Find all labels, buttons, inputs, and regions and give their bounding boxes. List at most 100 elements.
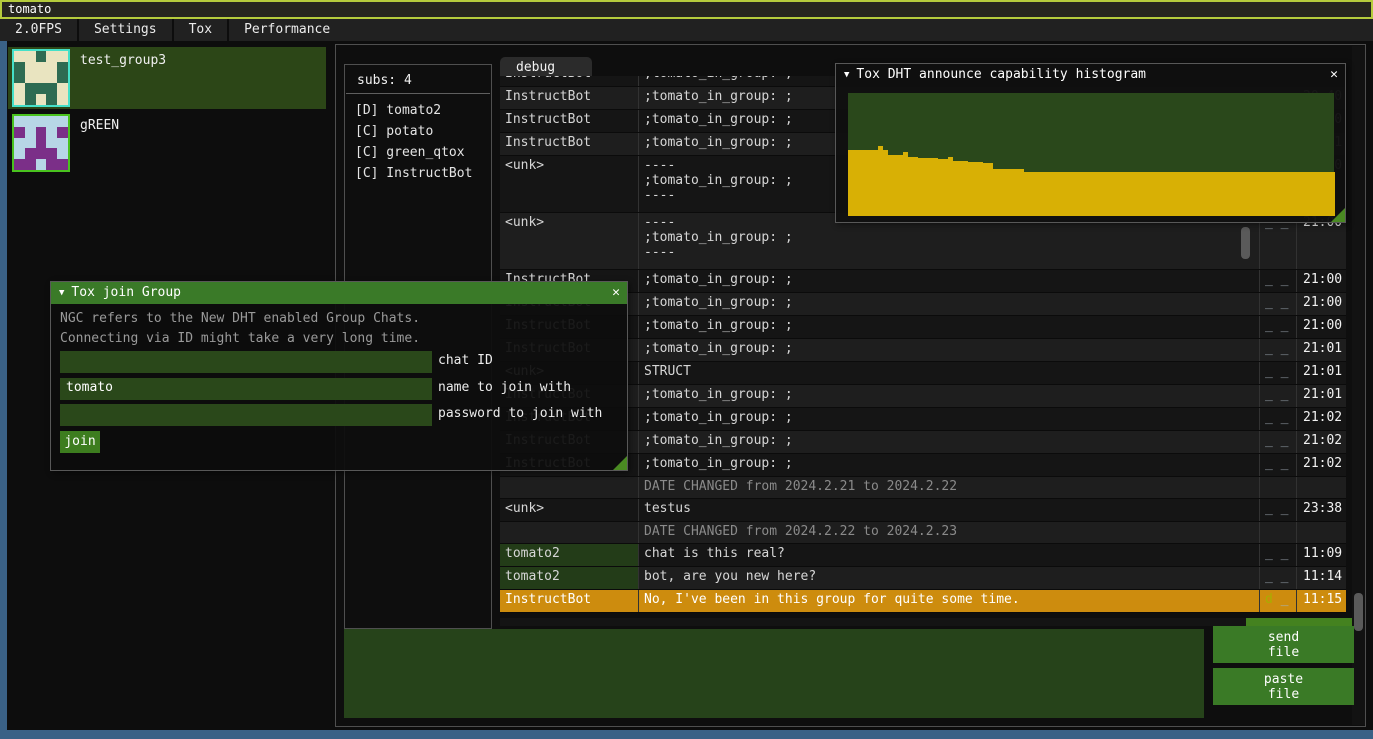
message-row[interactable]: <unk>testus_ _23:38 <box>500 499 1346 522</box>
message-timestamp: 21:01 <box>1296 385 1346 407</box>
os-titlebar[interactable]: tomato <box>0 0 1373 19</box>
delivery-mark-icon: _ <box>1281 546 1289 561</box>
menu-item-settings[interactable]: Settings <box>79 19 172 41</box>
delivery-marks: _ _ <box>1259 544 1296 566</box>
window-border-right <box>0 41 7 730</box>
avatar-pixel <box>36 127 47 138</box>
member-item[interactable]: [C] green_qtox <box>345 142 491 163</box>
paste-file-button[interactable]: paste file <box>1213 668 1354 705</box>
date-separator-row[interactable]: DATE CHANGED from 2024.2.21 to 2024.2.22 <box>500 477 1346 499</box>
message-timestamp: 21:02 <box>1296 408 1346 430</box>
delivery-mark-icon: _ <box>1265 364 1273 379</box>
join-name-input[interactable]: tomato <box>60 378 432 400</box>
message-row[interactable]: tomato2chat is this real?_ _11:09 <box>500 544 1346 567</box>
histogram-titlebar[interactable]: ▼Tox DHT announce capability histogram✕ <box>836 64 1345 86</box>
member-item[interactable]: [C] InstructBot <box>345 163 491 184</box>
close-icon[interactable]: ✕ <box>1330 64 1338 86</box>
group-item-test_group3[interactable]: test_group3 <box>8 47 326 109</box>
message-timestamp: 21:00 <box>1296 316 1346 338</box>
member-item[interactable]: [C] potato <box>345 121 491 142</box>
avatar-pixel <box>25 94 36 105</box>
window-border-bottom <box>0 730 1373 739</box>
join-password-label: password to join with <box>438 404 602 421</box>
delivery-mark-icon: d <box>1265 592 1273 607</box>
message-timestamp: 21:02 <box>1296 454 1346 476</box>
avatar-pixel <box>36 148 47 159</box>
resize-grip-icon[interactable] <box>613 456 627 470</box>
send-file-label-line1: send <box>1268 630 1299 645</box>
delivery-marks: _ _ <box>1259 408 1296 430</box>
paste-file-label-line1: paste <box>1264 672 1303 687</box>
message-row[interactable]: InstructBotNo, I've been in this group f… <box>500 590 1346 613</box>
member-item[interactable]: [D] tomato2 <box>345 100 491 121</box>
message-text: ;tomato_in_group: ; <box>639 385 1259 407</box>
message-author <box>500 522 639 543</box>
delivery-marks: _ _ <box>1259 431 1296 453</box>
avatar-pixel <box>46 148 57 159</box>
chat-hscrollbar-grab[interactable] <box>1246 618 1361 626</box>
avatar-pixel <box>25 116 36 127</box>
delivery-marks: _ _ <box>1259 499 1296 521</box>
message-timestamp: 21:00 <box>1296 270 1346 292</box>
join-desc-line1: NGC refers to the New DHT enabled Group … <box>60 311 420 326</box>
delivery-mark-icon: _ <box>1281 295 1289 310</box>
date-separator-row[interactable]: DATE CHANGED from 2024.2.22 to 2024.2.23 <box>500 522 1346 544</box>
join-password-input[interactable] <box>60 404 432 426</box>
message-input[interactable] <box>344 629 1204 718</box>
delivery-mark-icon: _ <box>1281 387 1289 402</box>
avatar-pixel <box>14 138 25 149</box>
message-author: InstructBot <box>500 87 639 109</box>
avatar-pixel <box>36 73 47 84</box>
delivery-mark-icon: _ <box>1281 318 1289 333</box>
join-desc-line2: Connecting via ID might take a very long… <box>60 331 420 346</box>
delivery-marks: _ _ <box>1259 293 1296 315</box>
window-scrollbar-handle[interactable] <box>1354 593 1363 631</box>
avatar-pixel <box>46 138 57 149</box>
delivery-marks: _ _ <box>1259 316 1296 338</box>
delivery-marks: _ _ <box>1259 567 1296 589</box>
resize-grip-icon[interactable] <box>1331 208 1345 222</box>
collapse-icon[interactable]: ▼ <box>844 70 849 80</box>
date-changed-text: DATE CHANGED from 2024.2.21 to 2024.2.22 <box>639 477 1259 498</box>
join-button[interactable]: join <box>60 431 100 453</box>
avatar-pixel <box>14 73 25 84</box>
group-item-gREEN[interactable]: gREEN <box>8 112 326 174</box>
message-text: ;tomato_in_group: ; <box>639 339 1259 361</box>
menu-bar: 2.0FPS Settings Tox Performance <box>0 19 1373 41</box>
delivery-marks: d _ <box>1259 590 1296 612</box>
delivery-mark-icon: _ <box>1281 592 1289 607</box>
avatar-pixel <box>25 62 36 73</box>
message-text: No, I've been in this group for quite so… <box>639 590 1259 612</box>
message-timestamp: 11:09 <box>1296 544 1346 566</box>
message-text: ;tomato_in_group: ; <box>639 454 1259 476</box>
members-count-label: subs: 4 <box>345 65 491 93</box>
message-author: InstructBot <box>500 590 639 612</box>
delivery-mark-icon: _ <box>1265 546 1273 561</box>
menu-item-tox[interactable]: Tox <box>174 19 227 41</box>
avatar-pixel <box>36 116 47 127</box>
message-timestamp: 11:15 <box>1296 590 1346 612</box>
avatar-pixel <box>25 73 36 84</box>
chat-hscrollbar-track[interactable] <box>500 618 1346 626</box>
avatar-pixel <box>57 73 68 84</box>
chat-id-input[interactable] <box>60 351 432 373</box>
delivery-mark-icon: _ <box>1281 410 1289 425</box>
chat-inner-scrollbar-handle[interactable] <box>1241 227 1250 259</box>
delivery-marks <box>1259 522 1296 543</box>
delivery-mark-icon: _ <box>1265 501 1273 516</box>
histogram-window: ▼Tox DHT announce capability histogram✕ <box>835 63 1346 223</box>
delivery-mark-icon: _ <box>1265 295 1273 310</box>
send-file-button[interactable]: send file <box>1213 626 1354 663</box>
avatar-pixel <box>14 127 25 138</box>
message-text: testus <box>639 499 1259 521</box>
message-row[interactable]: tomato2bot, are you new here?_ _11:14 <box>500 567 1346 590</box>
close-icon[interactable]: ✕ <box>612 282 620 304</box>
member-list: [D] tomato2[C] potato[C] green_qtox[C] I… <box>345 100 491 184</box>
group-name: test_group3 <box>80 53 166 68</box>
delivery-mark-icon: _ <box>1281 433 1289 448</box>
menu-item-fps: 2.0FPS <box>0 19 77 41</box>
message-text: ;tomato_in_group: ; <box>639 270 1259 292</box>
join-group-titlebar[interactable]: ▼Tox join Group✕ <box>51 282 627 304</box>
collapse-icon[interactable]: ▼ <box>59 288 64 298</box>
menu-item-performance[interactable]: Performance <box>229 19 345 41</box>
